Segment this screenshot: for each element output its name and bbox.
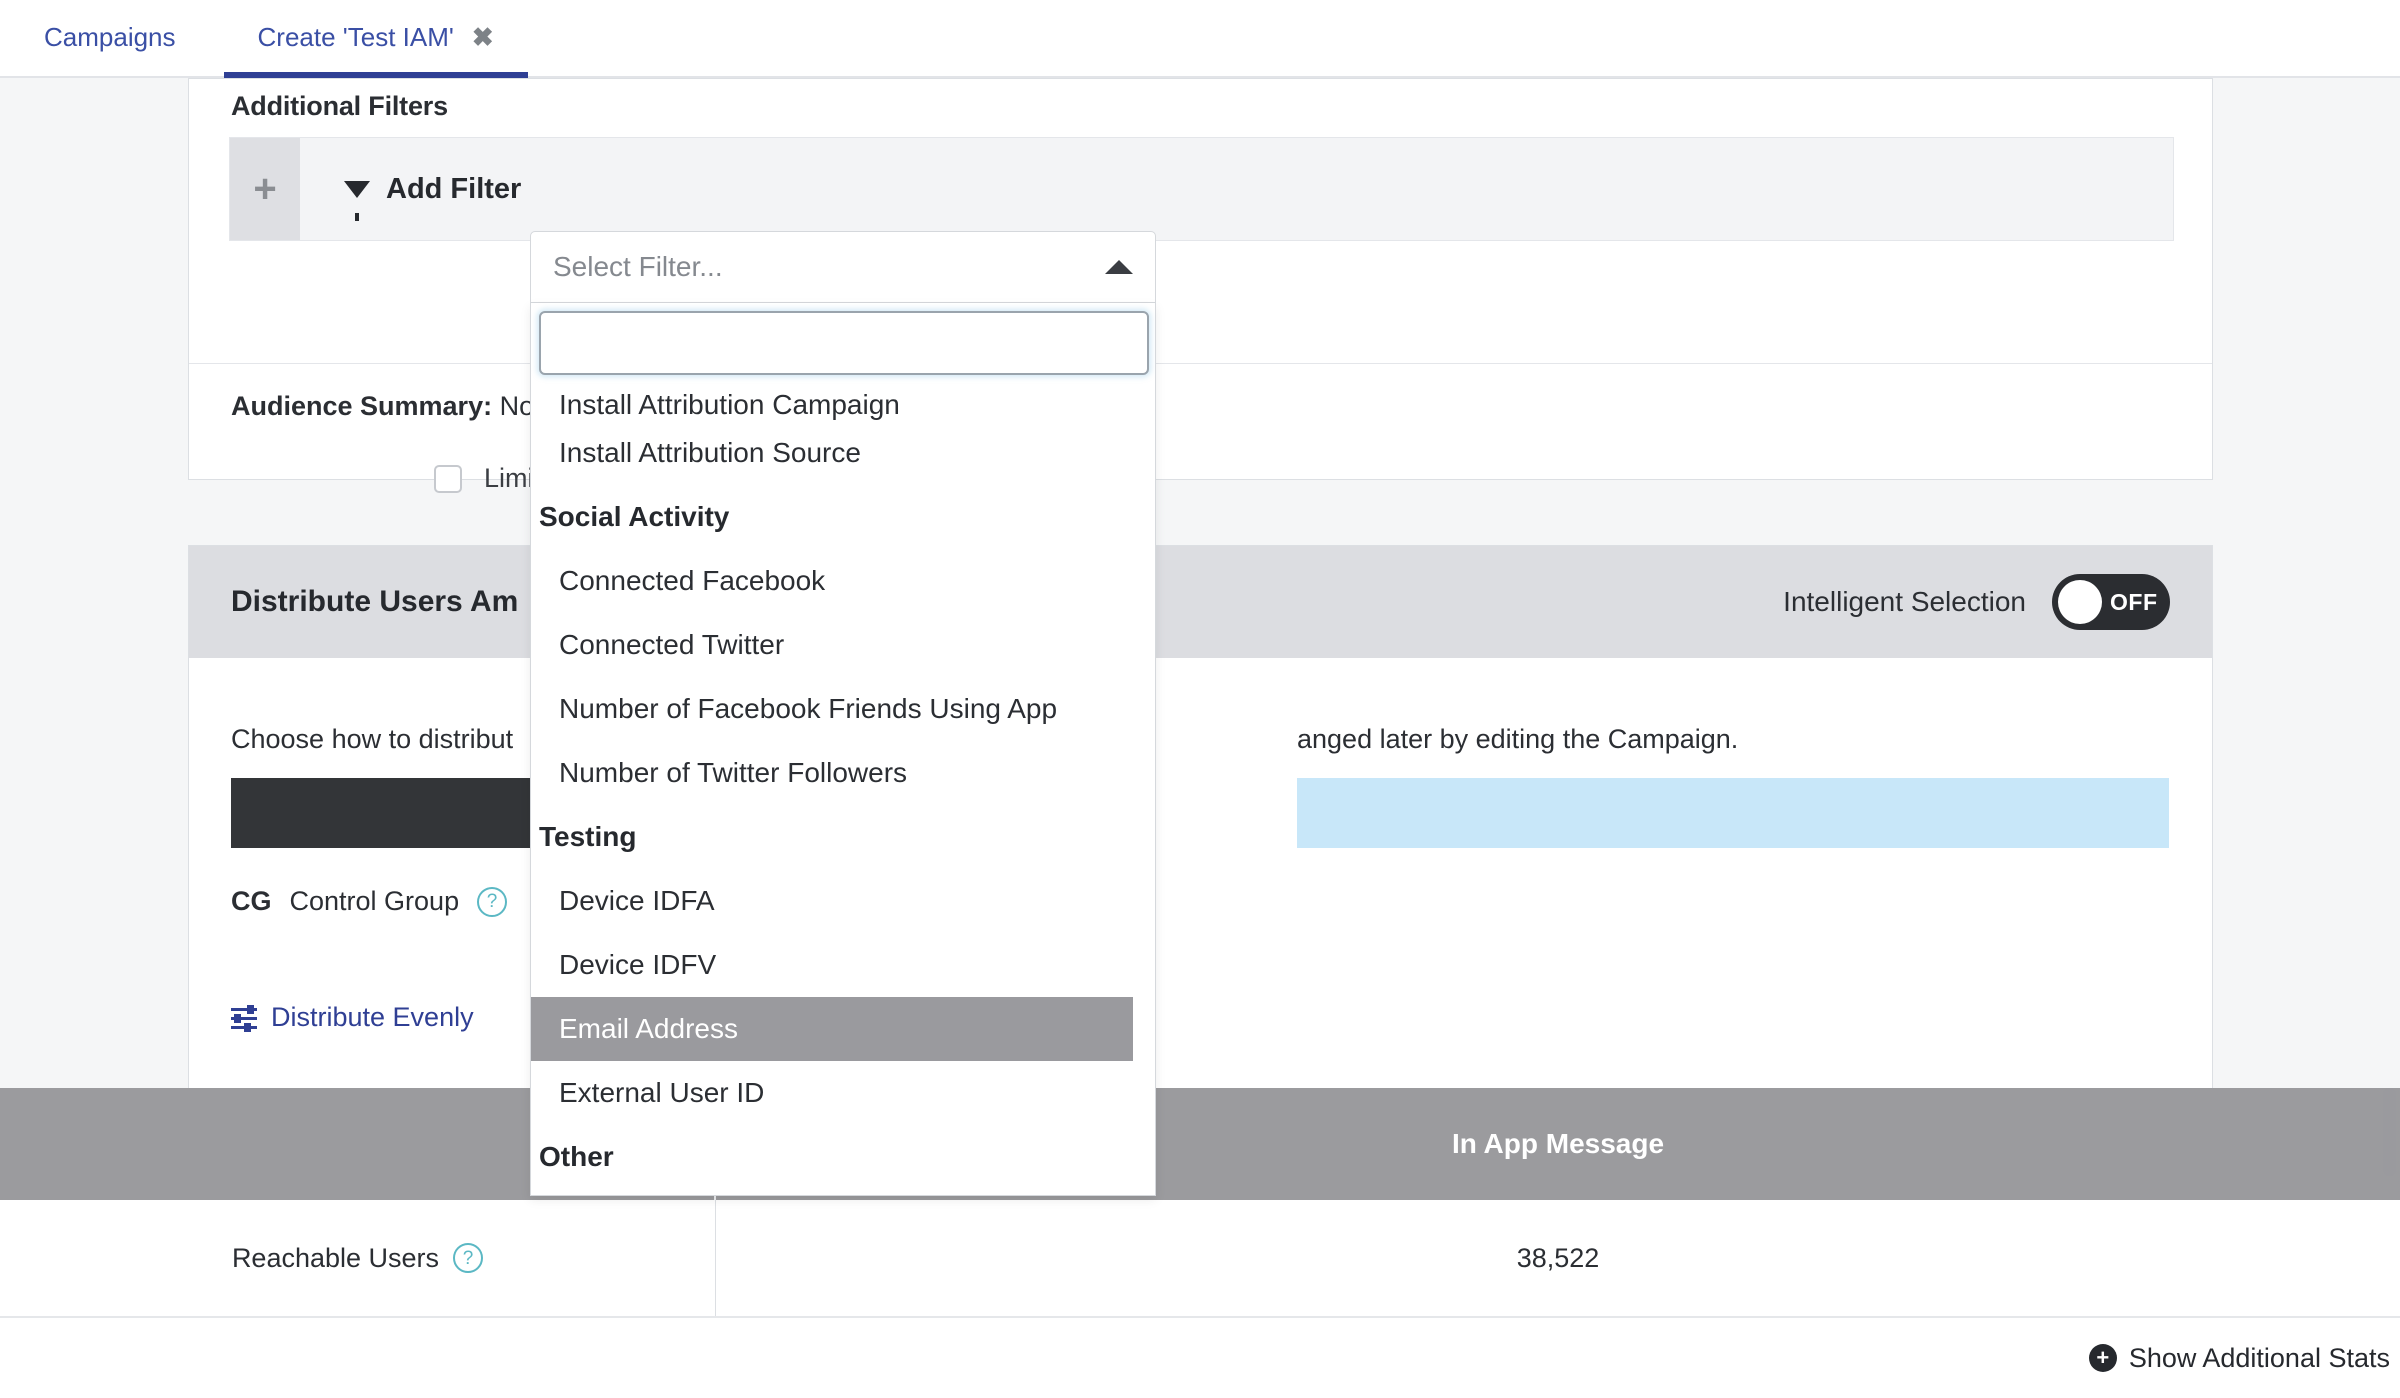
dropdown-group-header: Social Activity	[539, 501, 730, 532]
page-body: Additional Filters + Add Filter Audience…	[0, 78, 2400, 1398]
tab-label: Create 'Test IAM'	[257, 21, 454, 52]
show-additional-stats-button[interactable]: + Show Additional Stats	[2088, 1342, 2390, 1374]
stats-table-header: In App Message	[0, 1088, 2400, 1200]
intelligent-selection-label: Intelligent Selection	[1783, 586, 2026, 617]
reachable-users-label: Reachable Users	[231, 1242, 440, 1273]
close-icon[interactable]: ✖	[472, 24, 494, 50]
toggle-knob	[2058, 580, 2102, 624]
dropdown-option[interactable]: Device IDFV	[531, 933, 1155, 997]
audience-summary-label: Audience Summary:	[231, 391, 493, 421]
sliders-icon	[231, 1004, 257, 1032]
stats-row-label-cell: Reachable Users ?	[0, 1200, 716, 1316]
plus-circle-icon: +	[2088, 1344, 2117, 1372]
dropdown-option-list[interactable]: Install Attribution Campaign Install Attr…	[531, 387, 1155, 1195]
filter-dropdown: Install Attribution Campaign Install Attr…	[530, 303, 1156, 1196]
dropdown-option[interactable]: External User ID	[531, 1061, 1155, 1125]
dropdown-option[interactable]: Number of Facebook Friends Using App	[531, 677, 1155, 741]
additional-filters-card: Additional Filters + Add Filter Audience…	[188, 78, 2213, 493]
distribute-users-title: Distribute Users Am	[231, 585, 519, 618]
add-filter-label-group[interactable]: Add Filter	[300, 138, 521, 240]
reachable-users-value: 38,522	[1516, 1242, 1600, 1273]
stats-footer: + Show Additional Stats	[0, 1318, 2400, 1398]
tab-campaigns[interactable]: Campaigns	[0, 0, 224, 76]
dropdown-group-header: Other	[539, 1141, 614, 1172]
dropdown-group-header: Testing	[539, 821, 637, 852]
help-icon[interactable]: ?	[453, 1243, 484, 1273]
intelligent-selection-group: Intelligent Selection OFF	[1783, 574, 2170, 630]
add-filter-label: Add Filter	[386, 172, 522, 205]
add-filter-plus-button[interactable]: +	[230, 138, 300, 240]
filter-select-placeholder: Select Filter...	[553, 251, 723, 282]
distribute-evenly-label: Distribute Evenly	[271, 1002, 474, 1032]
toggle-state-label: OFF	[2110, 588, 2158, 615]
distribute-description-right: anged later by editing the Campaign.	[1297, 724, 1739, 754]
stats-table: In App Message Reachable Users ? 38,522 …	[0, 1088, 2400, 1398]
audience-summary: Audience Summary: No s	[231, 391, 555, 422]
tab-label: Campaigns	[44, 21, 176, 52]
intelligent-selection-toggle[interactable]: OFF	[2052, 574, 2170, 630]
help-icon[interactable]: ?	[477, 886, 508, 917]
limit-users-checkbox[interactable]	[434, 464, 462, 493]
distribute-description: Choose how to distribut	[231, 724, 513, 755]
dropdown-option[interactable]: Install Attribution Campaign	[531, 387, 1155, 421]
divider	[189, 363, 2212, 364]
dropdown-option[interactable]: Email Address	[531, 997, 1133, 1061]
caret-up-icon[interactable]	[1105, 260, 1133, 274]
dropdown-option[interactable]: Connected Twitter	[531, 613, 1155, 677]
control-group-row: CG Control Group ?	[231, 886, 508, 917]
dropdown-option[interactable]: Connected Facebook	[531, 549, 1155, 613]
dropdown-search-input[interactable]	[539, 311, 1149, 375]
dropdown-option[interactable]: Number of Twitter Followers	[531, 741, 1155, 805]
distribute-links-row: Distribute Evenly	[231, 1002, 574, 1033]
plus-icon: +	[253, 167, 277, 211]
distribute-description-right-wrap: anged later by editing the Campaign.	[1297, 724, 1738, 755]
show-additional-stats-label: Show Additional Stats	[2128, 1342, 2390, 1373]
tab-create-test-iam[interactable]: Create 'Test IAM' ✖	[223, 0, 528, 78]
dropdown-scrollbar-track[interactable]	[1138, 387, 1152, 1195]
control-group-abbr: CG	[231, 886, 272, 916]
add-filter-row: + Add Filter	[229, 137, 2174, 241]
page-title: Additional Filters	[231, 91, 448, 121]
distribute-users-card: Distribute Users Am Intelligent Selectio…	[188, 545, 2213, 1105]
table-row: Reachable Users ? 38,522	[0, 1200, 2400, 1318]
control-group-label: Control Group	[289, 886, 460, 916]
dropdown-option[interactable]: Device IDFA	[531, 869, 1155, 933]
dropdown-scrollbar-thumb[interactable]	[2383, 1088, 2396, 1176]
distribute-users-header: Distribute Users Am Intelligent Selectio…	[189, 546, 2212, 658]
distribute-evenly-link[interactable]: Distribute Evenly	[231, 1002, 474, 1033]
filter-select-box[interactable]: Select Filter...	[530, 231, 1156, 303]
distribute-description-left: Choose how to distribut	[231, 724, 514, 754]
dropdown-option[interactable]: Install Attribution Source	[531, 421, 1155, 485]
funnel-icon	[344, 180, 370, 221]
tab-bar: Campaigns Create 'Test IAM' ✖	[0, 0, 2400, 78]
distribution-bar-variant[interactable]	[1297, 778, 2169, 848]
